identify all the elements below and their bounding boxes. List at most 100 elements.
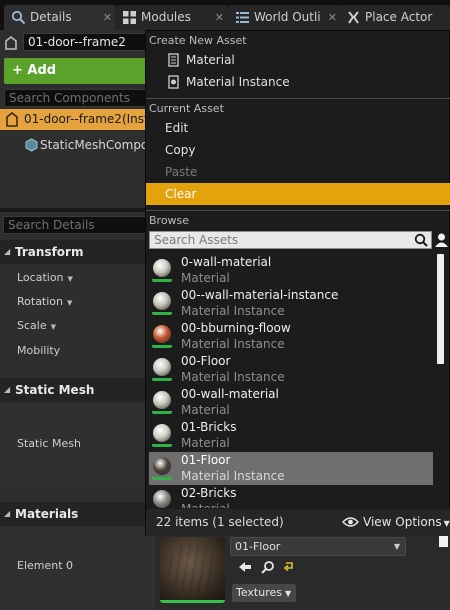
place-actor-icon xyxy=(348,11,359,24)
divider xyxy=(0,208,155,212)
property-mobility: Mobility xyxy=(17,344,60,357)
material-sphere-icon xyxy=(153,424,171,442)
category-static-mesh[interactable]: ◢ Static Mesh xyxy=(0,378,155,402)
property-scale[interactable]: Scale ▼ xyxy=(17,319,56,332)
material-sphere-icon xyxy=(153,391,171,409)
chevron-down-icon: ▼ xyxy=(50,323,56,331)
create-material-instance-item[interactable]: Material Instance xyxy=(146,71,450,93)
asset-list-item[interactable]: 02-Bricks Material xyxy=(149,485,433,508)
asset-type-color-bar xyxy=(152,345,172,348)
asset-thumbnail xyxy=(152,324,172,348)
asset-list-item[interactable]: 00-Floor Material Instance xyxy=(149,353,433,386)
property-location[interactable]: Location ▼ xyxy=(17,271,73,284)
list-icon xyxy=(236,12,249,23)
material-instance-icon xyxy=(168,75,179,89)
tab-place-actor[interactable]: Place Actor xyxy=(339,5,450,30)
paste-item[interactable]: Paste xyxy=(146,161,450,183)
material-sphere-icon xyxy=(153,457,171,475)
material-thumbnail[interactable] xyxy=(160,537,225,603)
asset-thumbnail xyxy=(152,423,172,447)
asset-thumbnail xyxy=(152,357,172,381)
chevron-down-icon: ▼ xyxy=(443,519,450,528)
use-selected-arrow-icon[interactable] xyxy=(238,560,252,574)
asset-type: Material xyxy=(181,502,230,508)
tab-world-outliner[interactable]: World Outli ✕ xyxy=(228,5,341,30)
asset-name: 00-bburning-floow xyxy=(181,321,291,335)
user-filter-icon[interactable] xyxy=(434,232,449,248)
search-details-input[interactable]: Search Details xyxy=(3,216,153,234)
create-material-instance-label: Material Instance xyxy=(186,75,290,89)
category-static-mesh-label: Static Mesh xyxy=(15,383,95,397)
asset-thumbnail xyxy=(152,489,172,508)
category-transform[interactable]: ◢ Transform xyxy=(0,240,155,264)
clear-item[interactable]: Clear xyxy=(146,183,450,205)
close-icon[interactable]: ✕ xyxy=(103,5,112,30)
material-picker-combo[interactable]: 01-Floor ▼ xyxy=(230,537,406,556)
reset-arrow-icon[interactable] xyxy=(283,561,295,573)
add-component-button[interactable]: + Add Component▼ xyxy=(4,58,154,104)
category-materials[interactable]: ◢ Materials xyxy=(0,502,155,526)
asset-list-item[interactable]: 00-bburning-floow Material Instance xyxy=(149,320,433,353)
asset-list: 0-wall-material Material 00--wall-material… xyxy=(146,252,436,508)
asset-name: 00-Floor xyxy=(181,354,231,368)
tab-world-outliner-label: World Outli xyxy=(254,10,321,24)
view-options-button[interactable]: View Options ▼ xyxy=(342,515,450,529)
create-material-label: Material xyxy=(186,53,235,67)
asset-name: 00--wall-material-instance xyxy=(181,288,339,302)
asset-type: Material Instance xyxy=(181,469,285,483)
asset-list-item[interactable]: 0-wall-material Material xyxy=(149,254,433,287)
collapse-arrow-icon: ◢ xyxy=(4,509,11,518)
search-assets-input[interactable]: Search Assets xyxy=(149,231,432,249)
tab-details[interactable]: Details ✕ xyxy=(4,5,116,30)
edit-item[interactable]: Edit xyxy=(146,117,450,139)
textures-dropdown[interactable]: Textures ▼ xyxy=(232,584,296,602)
current-asset-heading: Current Asset xyxy=(149,102,224,115)
asset-list-item[interactable]: 01-Bricks Material xyxy=(149,419,433,452)
asset-list-item[interactable]: 01-Floor Material Instance xyxy=(149,452,433,485)
browse-heading: Browse xyxy=(149,214,190,227)
tab-modules[interactable]: Modules ✕ xyxy=(115,5,228,30)
checkbox[interactable] xyxy=(439,535,448,547)
asset-name: 01-Bricks xyxy=(181,420,237,434)
material-asset-icon xyxy=(168,53,179,67)
material-sphere-icon xyxy=(153,259,171,277)
property-element0-label: Element 0 xyxy=(17,559,74,572)
close-icon[interactable]: ✕ xyxy=(215,5,224,30)
asset-thumbnail xyxy=(152,291,172,315)
scrollbar-thumb[interactable] xyxy=(437,254,444,364)
root-component-label: 01-door--frame2(Insta xyxy=(24,112,155,126)
asset-type: Material Instance xyxy=(181,304,285,318)
menu-divider xyxy=(146,98,450,99)
asset-name: 00-wall-material xyxy=(181,387,279,401)
chevron-down-icon: ▼ xyxy=(67,299,73,307)
chevron-down-icon: ▼ xyxy=(285,589,292,598)
category-transform-label: Transform xyxy=(15,245,84,259)
search-assets-placeholder: Search Assets xyxy=(154,233,239,247)
static-mesh-icon xyxy=(25,138,38,152)
search-icon xyxy=(414,233,428,247)
material-sphere-icon xyxy=(153,325,171,343)
asset-type: Material Instance xyxy=(181,370,285,384)
static-mesh-component-item[interactable]: StaticMeshCompon xyxy=(0,135,155,155)
asset-name: 01-Floor xyxy=(181,453,231,467)
category-materials-label: Materials xyxy=(15,507,79,521)
property-static-mesh-label: Static Mesh xyxy=(17,437,81,450)
asset-list-item[interactable]: 00-wall-material Material xyxy=(149,386,433,419)
actor-name-field[interactable]: 01-door--frame2 xyxy=(23,33,153,51)
search-components-input[interactable]: Search Components xyxy=(4,89,154,107)
browse-search-icon[interactable] xyxy=(261,560,275,574)
property-element0: Element 0 xyxy=(17,559,73,572)
material-picker-value: 01-Floor xyxy=(235,540,281,553)
property-rotation[interactable]: Rotation ▼ xyxy=(17,295,72,308)
copy-item[interactable]: Copy xyxy=(146,139,450,161)
asset-type-color-bar xyxy=(152,411,172,414)
close-icon[interactable]: ✕ xyxy=(328,5,337,30)
asset-list-item[interactable]: 00--wall-material-instance Material Insta… xyxy=(149,287,433,320)
asset-type: Material xyxy=(181,436,230,450)
root-component-item[interactable]: 01-door--frame2(Insta xyxy=(0,109,155,130)
asset-type-color-bar xyxy=(152,312,172,315)
create-material-item[interactable]: Material xyxy=(146,49,450,71)
material-sphere-icon xyxy=(153,292,171,310)
chevron-down-icon: ▼ xyxy=(67,275,73,283)
asset-thumbnail xyxy=(152,390,172,414)
